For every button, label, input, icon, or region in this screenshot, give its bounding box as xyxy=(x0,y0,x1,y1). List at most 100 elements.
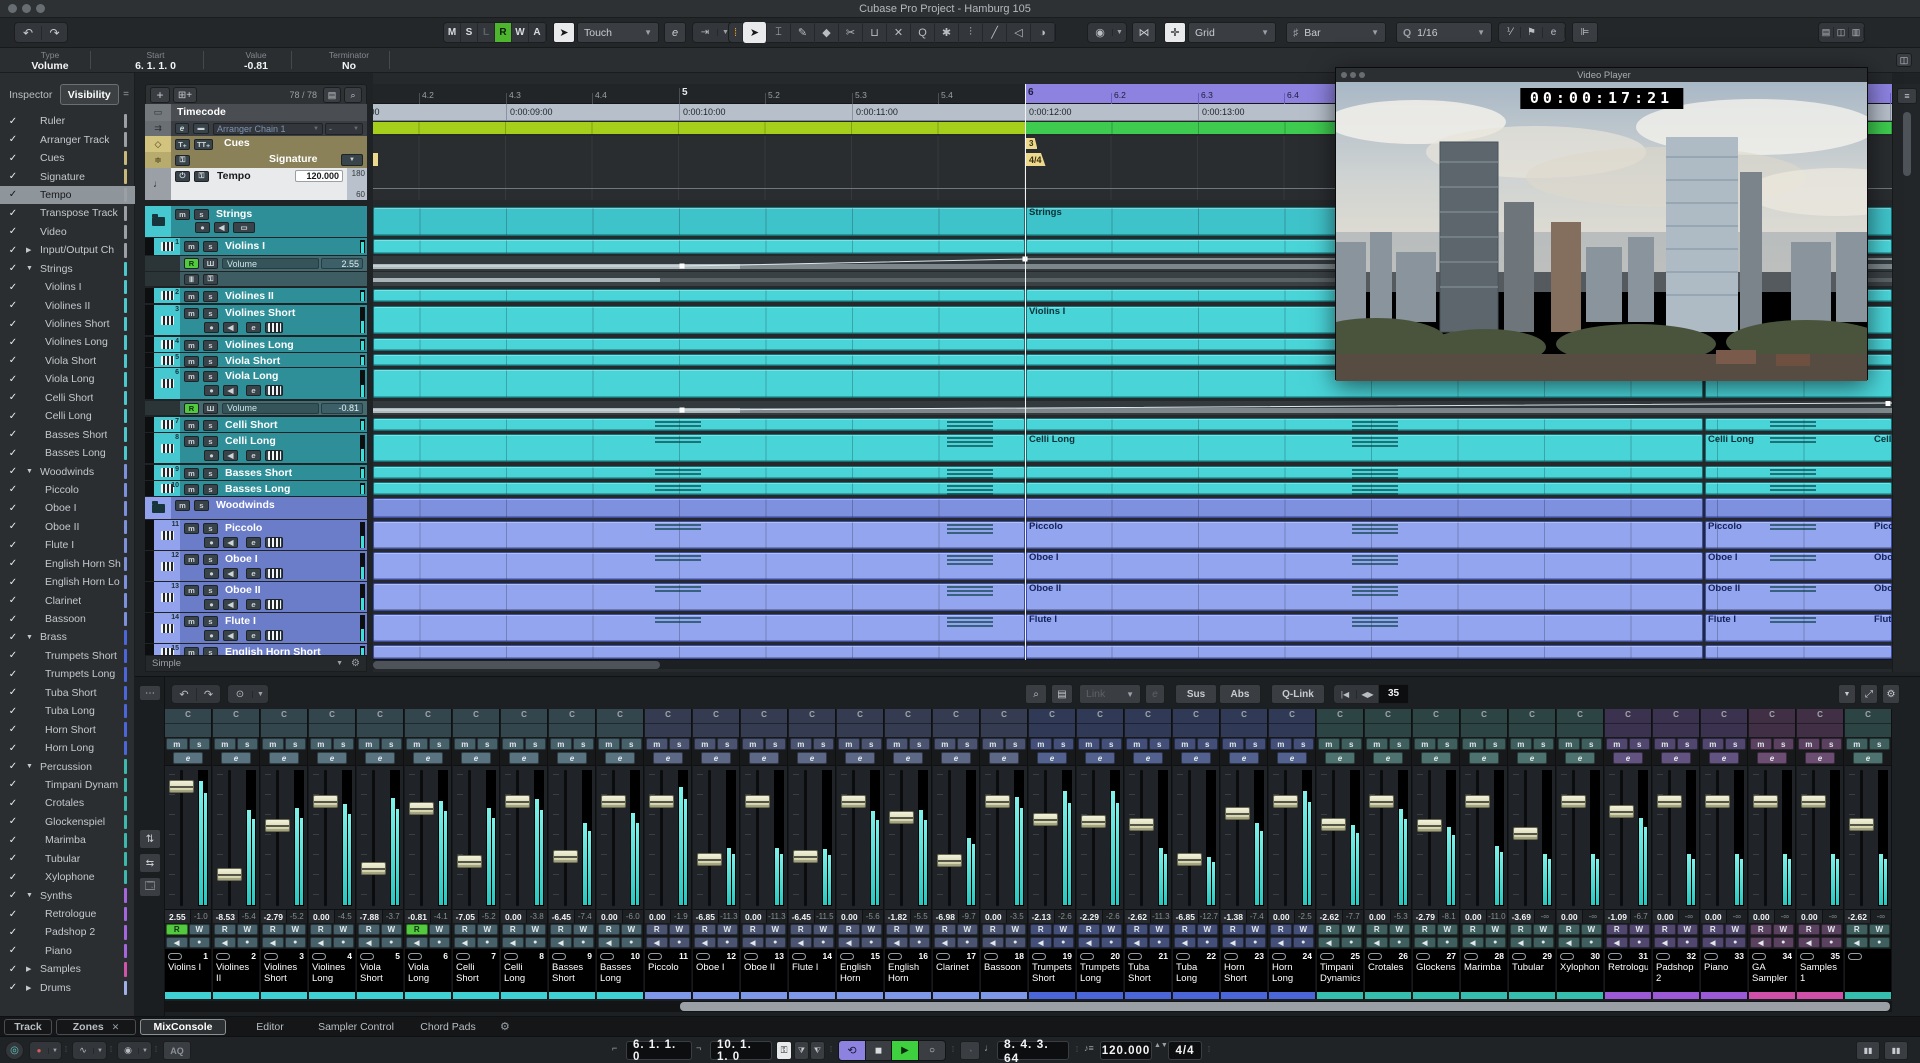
volume-fader-handle[interactable] xyxy=(937,854,962,867)
track-header-tempo[interactable]: ♩⏻⚿Tempo120.00018060 xyxy=(145,168,367,200)
fader-value[interactable]: -2.13 xyxy=(1029,910,1054,923)
read-automation-button[interactable]: R xyxy=(502,924,524,935)
midi-part[interactable] xyxy=(1026,645,1703,659)
routing-output-row[interactable] xyxy=(1461,723,1507,737)
routing-button[interactable]: ⇆ xyxy=(139,853,161,873)
check-icon[interactable]: ✓ xyxy=(0,632,26,643)
peak-value[interactable]: -5.4 xyxy=(238,910,259,923)
channel-solo-button[interactable]: s xyxy=(1485,738,1507,750)
volume-fader-handle[interactable] xyxy=(1417,819,1442,832)
lower-zone-setup-gear-icon[interactable]: ⚙ xyxy=(500,1020,510,1033)
info-field-type[interactable]: TypeVolume xyxy=(10,50,90,71)
channel-strip-5[interactable]: Cmse-7.88-3.7RW◀●5Viola Short xyxy=(357,709,404,999)
channel-edit-button[interactable]: e xyxy=(749,752,779,764)
tab-inspector[interactable]: Inspector xyxy=(2,84,60,105)
tab-visibility[interactable]: Visibility xyxy=(60,84,120,105)
tempo-value-field[interactable]: 120.000 xyxy=(295,170,343,182)
channel-color-strip[interactable] xyxy=(1125,992,1171,999)
routing-input-row[interactable]: C xyxy=(1029,709,1075,723)
expand-triangle-icon[interactable]: ▶ xyxy=(26,246,40,254)
automation-r-button[interactable]: R xyxy=(495,23,512,42)
check-icon[interactable]: ✓ xyxy=(0,872,26,883)
track-header-oboe-ii[interactable]: 13msOboe II●◀e xyxy=(145,582,367,612)
split-tool[interactable]: ✂ xyxy=(839,22,863,43)
edit-instrument-icon[interactable]: e xyxy=(246,450,261,461)
solo-button[interactable]: s xyxy=(203,523,218,534)
peak-value[interactable]: -7.4 xyxy=(1246,910,1267,923)
object-select-tool[interactable]: ➤ xyxy=(743,22,767,43)
visibility-item-english-horn-lo[interactable]: ✓English Horn Lo xyxy=(0,573,135,591)
channel-name-block[interactable]: 22Tuba Long xyxy=(1173,949,1219,992)
video-title-bar[interactable]: Video Player xyxy=(1336,68,1867,82)
channel-solo-button[interactable]: s xyxy=(717,738,739,750)
tab-sampler-control[interactable]: Sampler Control xyxy=(314,1019,398,1035)
suspend-button[interactable]: Sus xyxy=(1175,684,1217,704)
cycle-button[interactable]: ⟲ xyxy=(839,1041,865,1060)
monitor-button[interactable]: ◀ xyxy=(223,322,238,333)
channel-name-block[interactable]: 10Basses Long xyxy=(597,949,643,992)
read-automation-button[interactable]: R xyxy=(598,924,620,935)
monitor-button[interactable]: ◀ xyxy=(1798,937,1820,948)
solo-button[interactable]: s xyxy=(203,371,218,382)
channel-color-strip[interactable] xyxy=(1653,992,1699,999)
check-icon[interactable]: ✓ xyxy=(0,466,26,477)
solo-button[interactable]: s xyxy=(203,356,218,367)
read-automation-button[interactable]: R xyxy=(1078,924,1100,935)
channel-color-strip[interactable] xyxy=(1749,992,1795,999)
routing-input-row[interactable]: C xyxy=(165,709,211,723)
write-automation-button[interactable]: W xyxy=(333,924,355,935)
mixer-undo-button[interactable]: ↶ xyxy=(172,688,196,701)
record-enable-button[interactable]: ● xyxy=(189,937,211,948)
visibility-item-tempo[interactable]: ✓Tempo xyxy=(0,186,135,204)
instrument-cell[interactable]: 1 xyxy=(154,238,180,255)
volume-fader-handle[interactable] xyxy=(793,850,818,863)
channel-color-strip[interactable] xyxy=(501,992,547,999)
write-automation-button[interactable]: Ш xyxy=(203,403,218,414)
fader-value[interactable]: 0.00 xyxy=(309,910,334,923)
fader-value[interactable]: -7.88 xyxy=(357,910,382,923)
channel-step-button[interactable]: ◀▶ xyxy=(1356,690,1378,699)
visibility-item-timpani-dynam[interactable]: ✓Timpani Dynam xyxy=(0,776,135,794)
punch-lock-button[interactable]: ⚿ xyxy=(776,1041,792,1060)
monitor-button[interactable]: ◀ xyxy=(358,937,380,948)
tempo-spinner[interactable]: ▲▼ xyxy=(1154,1042,1162,1050)
tab-chord-pads[interactable]: Chord Pads xyxy=(416,1019,480,1035)
visibility-item-celli-long[interactable]: ✓Celli Long xyxy=(0,407,135,425)
instrument-cell[interactable]: 9 xyxy=(154,465,180,480)
left-locator-field[interactable]: 6. 1. 1. 0 xyxy=(626,1041,692,1060)
check-icon[interactable]: ✓ xyxy=(0,392,26,403)
fader-value[interactable]: -1.82 xyxy=(885,910,910,923)
right-locator-icon[interactable]: ¬ xyxy=(696,1043,709,1053)
collapse-triangle-icon[interactable]: ▼ xyxy=(26,265,40,272)
midi-part[interactable] xyxy=(1705,498,1892,518)
visibility-item-clarinet[interactable]: ✓Clarinet xyxy=(0,591,135,609)
channel-strip-33[interactable]: Cmse0.00-∞RW◀●33Piano xyxy=(1701,709,1748,999)
channel-solo-button[interactable]: s xyxy=(1437,738,1459,750)
track-filter-icon[interactable]: ▤ xyxy=(323,87,341,103)
visibility-item-strings[interactable]: ✓▼Strings xyxy=(0,260,135,278)
add-marker-button[interactable]: T₊ xyxy=(175,139,190,150)
peak-value[interactable]: -∞ xyxy=(1582,910,1603,923)
zoom-presets-button[interactable]: ≡ xyxy=(1897,88,1917,104)
channel-solo-button[interactable]: s xyxy=(1101,738,1123,750)
audio-record-arrow[interactable]: ▼ xyxy=(93,1048,106,1054)
check-icon[interactable]: ✓ xyxy=(0,171,26,182)
record-enable-button[interactable]: ● xyxy=(333,937,355,948)
record-enable-button[interactable]: ● xyxy=(204,537,219,548)
record-enable-button[interactable]: ● xyxy=(1149,937,1171,948)
routing-input-row[interactable]: C xyxy=(213,709,259,723)
write-automation-button[interactable]: W xyxy=(1101,924,1123,935)
scrollbar-thumb[interactable] xyxy=(373,661,660,669)
record-enable-button[interactable]: ● xyxy=(669,937,691,948)
snapshot-camera-icon[interactable]: ⊙ xyxy=(228,689,252,700)
volume-fader-handle[interactable] xyxy=(649,795,674,808)
record-enable-button[interactable]: ● xyxy=(1005,937,1027,948)
tab-track[interactable]: Track xyxy=(4,1019,52,1035)
write-automation-button[interactable]: W xyxy=(1293,924,1315,935)
monitor-button[interactable]: ◀ xyxy=(1462,937,1484,948)
feedback-arrow[interactable]: ▼ xyxy=(1112,29,1126,36)
channel-mute-button[interactable]: m xyxy=(1222,738,1244,750)
channel-color-strip[interactable] xyxy=(1701,992,1747,999)
channel-name-block[interactable]: 14Flute I xyxy=(789,949,835,992)
channel-mute-button[interactable]: m xyxy=(790,738,812,750)
